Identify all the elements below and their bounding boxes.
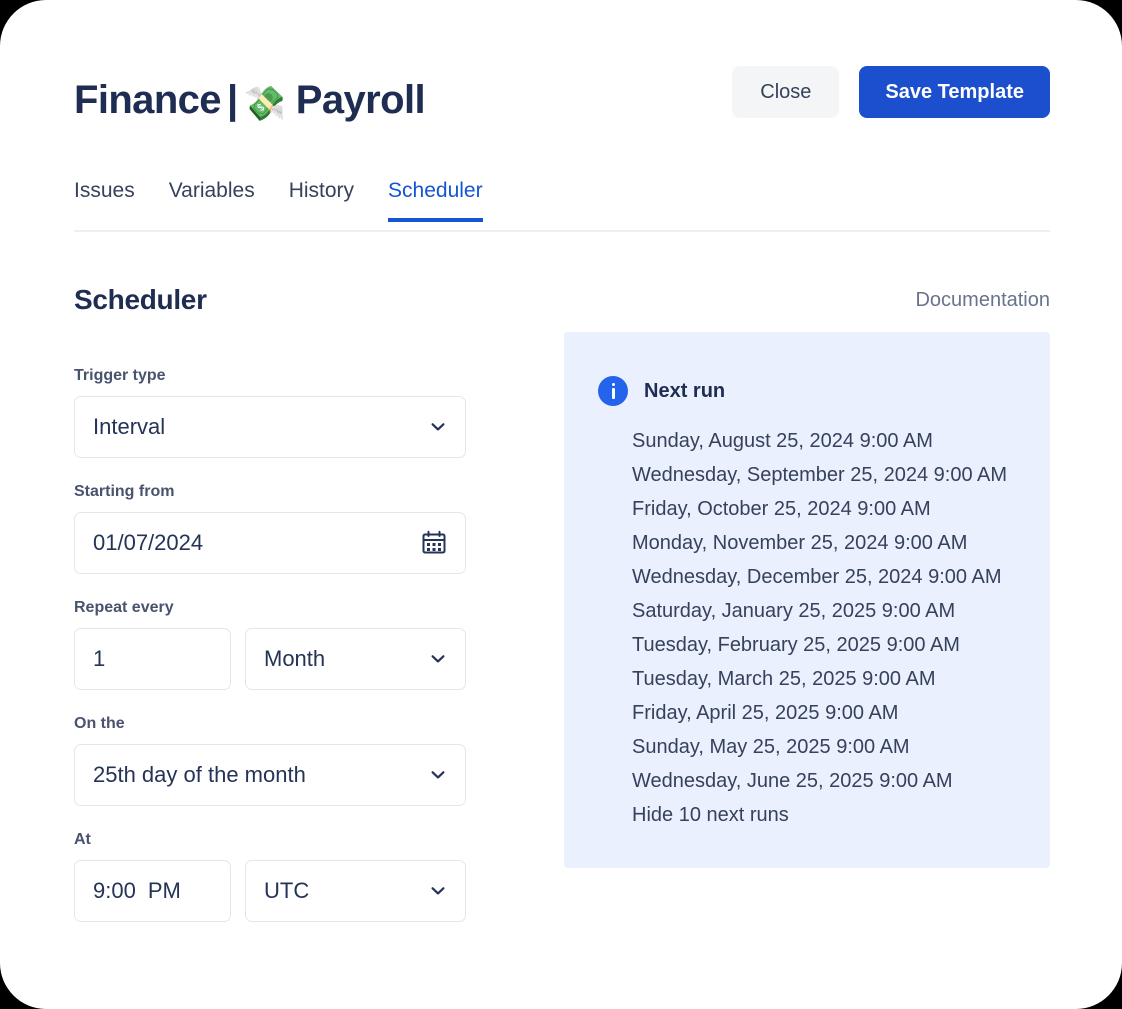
on-the-label: On the [74,715,125,732]
chevron-down-icon [429,882,447,900]
info-icon-stem [611,388,615,399]
money-emoji-icon: 💸 [243,85,286,123]
hide-next-runs-link[interactable]: Hide 10 next runs [598,798,1020,832]
list-item: Wednesday, September 25, 2024 9:00 AM [632,464,1008,486]
list-item: Friday, April 25, 2025 9:00 AM [632,702,899,724]
app-window: Finance | 💸 Payroll Close Save Template Is… [0,0,1122,1009]
trigger-type-value: Interval [93,414,166,439]
starting-from-value: 01/07/2024 [93,530,204,555]
repeat-every-row: 1 Month [74,628,466,690]
calendar-icon[interactable] [421,530,447,556]
trigger-type-label: Trigger type [74,367,166,384]
next-run-panel: Next run Sunday, August 25, 2024 9:00 AM… [564,332,1050,868]
next-run-list: Sunday, August 25, 2024 9:00 AM Wednesda… [598,424,1020,798]
close-button[interactable]: Close [732,66,840,118]
tab-history[interactable]: History [289,178,354,222]
at-time-input[interactable]: 9:00 PM [74,860,231,922]
page-header: Finance | 💸 Payroll Close Save Template [74,66,1050,134]
at-time-wrapper: 9:00 PM [74,860,231,922]
save-template-button[interactable]: Save Template [859,66,1050,118]
field-repeat-every: Repeat every 1 Month [74,598,466,690]
list-item: Friday, October 25, 2024 9:00 AM [632,498,931,520]
trigger-type-select[interactable]: Interval [74,396,466,458]
page-title-left: Finance [74,78,222,122]
list-item: Sunday, May 25, 2025 9:00 AM [632,736,910,758]
at-row: 9:00 PM UTC [74,860,466,922]
list-item: Sunday, August 25, 2024 9:00 AM [632,430,933,452]
at-label: At [74,831,91,848]
list-item: Tuesday, March 25, 2025 9:00 AM [632,668,936,690]
repeat-count-value: 1 [93,646,106,671]
repeat-count-input[interactable]: 1 [74,628,231,690]
at-time-display: 9:00 PM [93,878,181,904]
next-run-header: Next run [598,376,1020,406]
tab-variables[interactable]: Variables [169,178,255,222]
tab-bar: Issues Variables History Scheduler [74,178,1050,232]
on-the-select[interactable]: 25th day of the month [74,744,466,806]
starting-from-label: Starting from [74,483,175,500]
at-timezone-wrapper: UTC [245,860,466,922]
chevron-down-icon [429,650,447,668]
tab-scheduler[interactable]: Scheduler [388,178,483,222]
info-icon-dot [611,383,615,386]
repeat-unit-value: Month [264,646,326,671]
tab-issues[interactable]: Issues [74,178,135,222]
page-title-right: Payroll [295,78,426,122]
list-item: Tuesday, February 25, 2025 9:00 AM [632,634,960,656]
field-at: At 9:00 PM UTC [74,830,466,922]
list-item: Wednesday, December 25, 2024 9:00 AM [632,566,1002,588]
info-icon [598,376,628,406]
on-the-value: 25th day of the month [93,762,306,787]
header-actions: Close Save Template [732,66,1050,118]
timezone-select[interactable]: UTC [245,860,466,922]
scheduler-form: Trigger type Interval Starting from 01/0… [74,366,466,946]
field-starting-from: Starting from 01/07/2024 [74,482,466,574]
page-title-separator: | [226,78,238,122]
repeat-every-label: Repeat every [74,599,174,616]
repeat-unit-select[interactable]: Month [245,628,466,690]
chevron-down-icon [429,766,447,784]
next-run-title: Next run [644,380,726,402]
starting-from-date-input[interactable]: 01/07/2024 [74,512,466,574]
page-title: Finance | 💸 Payroll [74,66,426,138]
field-on-the: On the 25th day of the month [74,714,466,806]
list-item: Saturday, January 25, 2025 9:00 AM [632,600,956,622]
list-item: Monday, November 25, 2024 9:00 AM [632,532,968,554]
section-header: Scheduler Documentation [74,278,1050,322]
field-trigger-type: Trigger type Interval [74,366,466,458]
page-content: Finance | 💸 Payroll Close Save Template Is… [74,0,1050,1009]
at-time-value: 9:00 [93,878,136,903]
documentation-link[interactable]: Documentation [915,278,1050,322]
repeat-unit-wrapper: Month [245,628,466,690]
repeat-count-wrapper: 1 [74,628,231,690]
timezone-value: UTC [264,878,310,903]
chevron-down-icon [429,418,447,436]
section-title: Scheduler [74,284,207,315]
list-item: Wednesday, June 25, 2025 9:00 AM [632,770,953,792]
at-meridiem-value: PM [147,878,181,903]
